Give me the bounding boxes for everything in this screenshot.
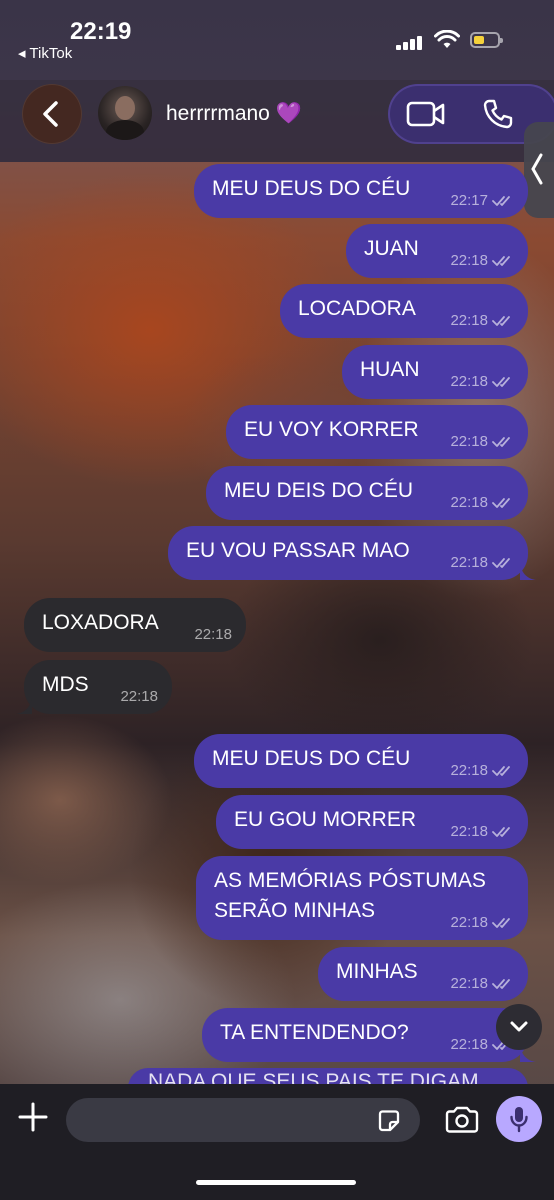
microphone-button[interactable] bbox=[496, 1096, 542, 1142]
message-time: 22:18 bbox=[450, 494, 488, 511]
message-text: MINHAS bbox=[336, 960, 418, 983]
message-meta: 22:18 bbox=[450, 823, 514, 840]
double-check-icon bbox=[492, 978, 510, 989]
message-text: EU GOU MORRER bbox=[234, 808, 417, 831]
message-time: 22:18 bbox=[194, 626, 232, 643]
message-time: 22:18 bbox=[450, 312, 488, 329]
message-meta: 22:18 bbox=[450, 554, 514, 571]
double-check-icon bbox=[492, 315, 510, 326]
message-bubble-outgoing[interactable]: MINHAS 22:18 bbox=[318, 947, 528, 1001]
message-bubble-outgoing[interactable]: EU VOY KORRER 22:18 bbox=[226, 405, 528, 459]
message-text: EU VOU PASSAR MAO bbox=[186, 539, 410, 562]
message-meta: 22:18 bbox=[450, 312, 514, 329]
contact-name[interactable]: herrrrmano 💜 bbox=[166, 102, 302, 126]
message-bubble-outgoing[interactable]: TA ENTENDENDO? 22:18 bbox=[202, 1008, 536, 1062]
camera-icon[interactable] bbox=[444, 1106, 480, 1134]
message-time: 22:18 bbox=[450, 252, 488, 269]
contact-avatar[interactable] bbox=[98, 86, 152, 140]
message-time: 22:18 bbox=[450, 433, 488, 450]
message-text: MEU DEIS DO CÉU bbox=[224, 479, 414, 502]
message-time: 22:18 bbox=[450, 1036, 488, 1053]
message-time: 22:18 bbox=[450, 975, 488, 992]
double-check-icon bbox=[492, 195, 510, 206]
message-text: LOXADORA bbox=[42, 611, 159, 634]
message-time: 22:18 bbox=[450, 373, 488, 390]
message-time: 22:17 bbox=[450, 192, 488, 209]
message-input[interactable] bbox=[66, 1098, 420, 1142]
message-meta: 22:18 bbox=[120, 688, 158, 705]
double-check-icon bbox=[492, 557, 510, 568]
message-text: MEU DEUS DO CÉU bbox=[212, 747, 411, 770]
message-meta: 22:18 bbox=[450, 252, 514, 269]
message-meta: 22:18 bbox=[450, 373, 514, 390]
double-check-icon bbox=[492, 376, 510, 387]
message-bubble-outgoing[interactable]: MEU DEUS DO CÉU 22:17 bbox=[194, 164, 528, 218]
double-check-icon bbox=[492, 826, 510, 837]
bubble-tail bbox=[520, 564, 536, 580]
message-bubble-incoming[interactable]: MDS 22:18 bbox=[16, 660, 172, 714]
double-check-icon bbox=[492, 255, 510, 266]
message-bubble-outgoing[interactable]: AS MEMÓRIAS PÓSTUMAS SERÃO MINHAS 22:18 bbox=[196, 856, 528, 940]
message-meta: 22:18 bbox=[450, 975, 514, 992]
message-text: EU VOY KORRER bbox=[244, 418, 419, 441]
scroll-to-bottom-button[interactable] bbox=[496, 1004, 542, 1050]
message-time: 22:18 bbox=[450, 554, 488, 571]
message-bubble-outgoing[interactable]: HUAN 22:18 bbox=[342, 345, 528, 399]
chat-header: herrrrmano 💜 bbox=[0, 80, 554, 162]
message-time: 22:18 bbox=[450, 914, 488, 931]
status-bar: 22:19 ◂ TikTok bbox=[0, 0, 554, 80]
plus-icon[interactable] bbox=[16, 1100, 50, 1134]
chevron-left-icon bbox=[531, 153, 543, 185]
message-bubble-incoming[interactable]: LOXADORA 22:18 bbox=[24, 598, 246, 652]
message-bubble-outgoing[interactable]: LOCADORA 22:18 bbox=[280, 284, 528, 338]
double-check-icon bbox=[492, 497, 510, 508]
bubble-tail bbox=[16, 698, 32, 714]
cellular-signal-icon bbox=[396, 34, 424, 50]
microphone-icon bbox=[510, 1107, 528, 1133]
wifi-icon bbox=[434, 30, 460, 48]
message-time: 22:18 bbox=[450, 762, 488, 779]
message-meta: 22:18 bbox=[450, 433, 514, 450]
message-time: 22:18 bbox=[120, 688, 158, 705]
message-text: MDS bbox=[42, 673, 89, 696]
chevron-down-icon bbox=[510, 1021, 528, 1032]
home-indicator bbox=[196, 1180, 356, 1185]
message-meta: 22:18 bbox=[450, 762, 514, 779]
message-meta: 22:18 bbox=[450, 914, 514, 931]
message-bubble-outgoing[interactable]: MEU DEUS DO CÉU 22:18 bbox=[194, 734, 528, 788]
message-meta: 22:17 bbox=[450, 192, 514, 209]
message-text: JUAN bbox=[364, 237, 419, 260]
double-check-icon bbox=[492, 917, 510, 928]
message-text: TA ENTENDENDO? bbox=[220, 1021, 409, 1044]
video-camera-icon[interactable] bbox=[406, 100, 446, 128]
message-meta: 22:18 bbox=[450, 494, 514, 511]
message-text: LOCADORA bbox=[298, 297, 416, 320]
message-composer bbox=[0, 1084, 554, 1200]
side-panel-handle[interactable] bbox=[524, 122, 554, 218]
message-bubble-outgoing[interactable]: EU VOU PASSAR MAO 22:18 bbox=[168, 526, 536, 580]
back-to-app-link[interactable]: ◂ TikTok bbox=[18, 44, 72, 62]
double-check-icon bbox=[492, 765, 510, 776]
message-bubble-outgoing[interactable]: MEU DEIS DO CÉU 22:18 bbox=[206, 466, 528, 520]
battery-icon bbox=[470, 32, 503, 48]
message-time: 22:18 bbox=[450, 823, 488, 840]
message-bubble-outgoing[interactable]: EU GOU MORRER 22:18 bbox=[216, 795, 528, 849]
status-time: 22:19 bbox=[70, 18, 132, 45]
back-button[interactable] bbox=[22, 84, 82, 144]
sticker-icon[interactable] bbox=[376, 1108, 402, 1134]
double-check-icon bbox=[492, 436, 510, 447]
message-bubble-outgoing[interactable]: JUAN 22:18 bbox=[346, 224, 528, 278]
message-meta: 22:18 bbox=[194, 626, 232, 643]
message-text: MEU DEUS DO CÉU bbox=[212, 177, 411, 200]
chevron-left-icon bbox=[43, 101, 58, 127]
message-text: HUAN bbox=[360, 358, 420, 381]
phone-icon[interactable] bbox=[482, 98, 514, 130]
